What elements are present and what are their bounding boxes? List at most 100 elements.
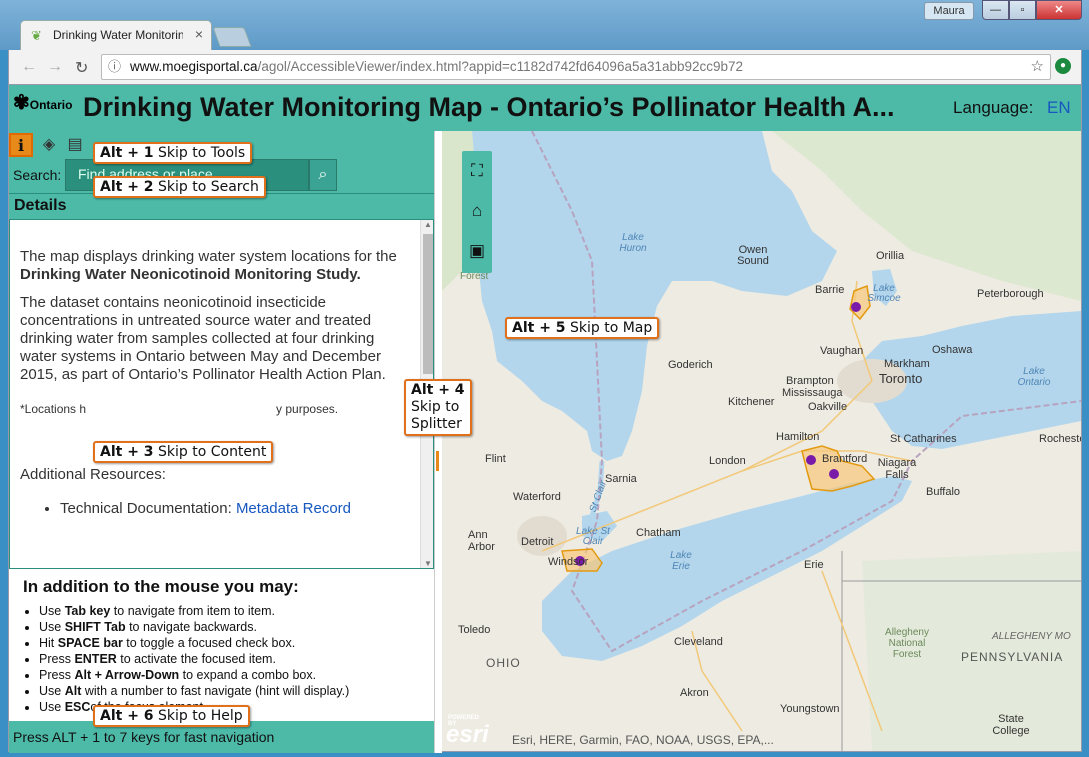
water-label-lake-st-clair: Lake St Clair <box>576 526 610 547</box>
extent-icon[interactable]: ▣ <box>462 231 492 271</box>
details-content[interactable]: The map displays drinking water system l… <box>9 219 434 569</box>
profile-badge[interactable]: Maura <box>924 2 974 20</box>
help-item: Hit SPACE bar to toggle a focused check … <box>39 635 434 651</box>
map-label-markham: Markham <box>884 358 930 370</box>
map-label-mississauga: Mississauga <box>782 387 843 399</box>
details-note: *Locations hy purposes. <box>20 402 339 416</box>
map-label-ohio: OHIO <box>486 656 521 670</box>
tab-title: Drinking Water Monitorin <box>53 28 183 42</box>
map-label-allegheny-mountains: ALLEGHENY MO <box>992 631 1071 642</box>
help-panel: In addition to the mouse you may: Use Ta… <box>9 569 434 721</box>
back-arrow-icon[interactable]: ← <box>21 58 37 76</box>
title-bar: ❦ Drinking Water Monitorin × Maura — ▫ ✕ <box>0 0 1089 50</box>
map-label-hamilton: Hamilton <box>776 431 820 443</box>
additional-resources: Additional Resources: Technical Document… <box>20 466 412 518</box>
help-item: Use Alt with a number to fast navigate (… <box>39 683 434 699</box>
map-label-vaughan: Vaughan <box>820 345 864 357</box>
help-item: Use Tab key to navigate from item to ite… <box>39 603 434 619</box>
details-heading: Details <box>14 197 67 214</box>
map-label-ann-arbor: Ann Arbor <box>468 529 495 553</box>
scroll-up-icon[interactable]: ▲ <box>424 220 432 229</box>
help-list: Use Tab key to navigate from item to ite… <box>23 603 434 715</box>
splitter-grip[interactable] <box>436 451 439 471</box>
map-label-london: London <box>709 455 746 467</box>
water-label-lake-ontario: Lake Ontario <box>1017 366 1051 388</box>
search-label: Search: <box>13 167 62 183</box>
map-label-state-college: State College <box>992 713 1030 737</box>
details-icon[interactable]: ℹ <box>9 133 33 157</box>
panel-splitter[interactable] <box>434 131 442 753</box>
hint-skip-to-map: Alt + 5 Skip to Map <box>505 317 660 339</box>
status-text: Press ALT + 1 to 7 keys for fast navigat… <box>13 729 275 745</box>
maximize-button[interactable]: ▫ <box>1009 0 1036 20</box>
bookmark-star-icon[interactable]: ☆ <box>1031 55 1044 79</box>
page-title: Drinking Water Monitoring Map - Ontario’… <box>83 92 895 122</box>
map-label-brantford: Brantford <box>822 453 868 465</box>
details-paragraph-2: The dataset contains neonicotinoid insec… <box>20 294 386 383</box>
minimize-button[interactable]: — <box>982 0 1009 20</box>
map-label-youngstown: Youngstown <box>780 703 840 715</box>
language-label: Language: <box>953 98 1034 117</box>
map-label-rochester: Rochester <box>1039 433 1081 445</box>
map-attribution: Esri, HERE, Garmin, FAO, NOAA, USGS, EPA… <box>512 733 774 747</box>
fullscreen-icon[interactable]: ⛶ <box>462 151 492 191</box>
trillium-icon: ✾ <box>13 92 30 114</box>
forward-arrow-icon[interactable]: → <box>47 58 63 76</box>
site-favicon-icon: ❦ <box>31 28 42 43</box>
help-item: Press ENTER to activate the focused item… <box>39 651 434 667</box>
scroll-down-icon[interactable]: ▼ <box>424 559 432 568</box>
map-label-barrie: Barrie <box>815 284 845 296</box>
address-bar[interactable]: ⓘ www.moegisportal.ca/agol/AccessibleVie… <box>101 54 1051 80</box>
map-label-windsor: Windsor <box>548 556 589 568</box>
new-tab-button[interactable] <box>212 27 252 47</box>
legend-icon[interactable]: ▤ <box>63 133 87 157</box>
url-path: /agol/AccessibleViewer/index.html?appid=… <box>257 59 744 74</box>
hint-skip-to-help: Alt + 6 Skip to Help <box>93 705 250 727</box>
details-text: The map displays drinking water system l… <box>20 248 412 518</box>
reload-icon[interactable]: ↻ <box>75 58 88 78</box>
language-toggle[interactable]: EN <box>1047 98 1071 118</box>
metadata-link[interactable]: Metadata Record <box>236 500 351 517</box>
map-label-cleveland: Cleveland <box>674 636 723 648</box>
map-view[interactable]: Owen Sound Orillia Barrie Peterborough O… <box>442 131 1081 751</box>
close-window-button[interactable]: ✕ <box>1036 0 1082 20</box>
map-label-pennsylvania: PENNSYLVANIA <box>961 650 1064 664</box>
map-label-kitchener: Kitchener <box>728 396 775 408</box>
home-icon[interactable]: ⌂ <box>462 191 492 231</box>
water-label-lake-simcoe: Lake Simcoe <box>867 283 901 304</box>
help-item: Press Alt + Arrow-Down to expand a combo… <box>39 667 434 683</box>
water-label-lake-erie: Lake Erie <box>670 550 692 572</box>
map-label-detroit: Detroit <box>521 536 554 548</box>
map-label-toledo: Toledo <box>458 624 491 636</box>
map-label-owen-sound: Owen Sound <box>737 244 769 267</box>
map-label-chatham: Chatham <box>636 527 681 539</box>
resource-item: Technical Documentation: Metadata Record <box>60 500 412 518</box>
browser-window: ❦ Drinking Water Monitorin × Maura — ▫ ✕… <box>0 0 1089 757</box>
details-paragraph-1: The map displays drinking water system l… <box>20 248 397 283</box>
map-label-oakville: Oakville <box>808 401 848 413</box>
resources-heading: Additional Resources: <box>20 466 166 483</box>
map-label-oshawa: Oshawa <box>932 344 973 356</box>
app-header: ✾Ontario Drinking Water Monitoring Map -… <box>9 85 1081 131</box>
map-label-buffalo: Buffalo <box>926 486 961 498</box>
map-label-toronto: Toronto <box>879 371 923 386</box>
scroll-thumb[interactable] <box>423 234 433 374</box>
map-label-peterborough: Peterborough <box>977 288 1044 300</box>
map-label-erie: Erie <box>804 559 824 571</box>
search-icon[interactable]: ⌕ <box>309 159 337 191</box>
url-host: www.moegisportal.ca <box>130 59 258 74</box>
map-label-sarnia: Sarnia <box>605 473 637 485</box>
hint-skip-to-tools: Alt + 1 Skip to Tools <box>93 142 253 164</box>
browser-toolbar: ← → ↻ ⓘ www.moegisportal.ca/agol/Accessi… <box>8 50 1082 84</box>
map-label-flint: Flint <box>485 453 506 465</box>
browser-tab[interactable]: ❦ Drinking Water Monitorin × <box>20 20 212 50</box>
tab-close-icon[interactable]: × <box>195 26 203 42</box>
info-icon[interactable]: ⓘ <box>108 55 121 79</box>
layers-icon[interactable]: ◈ <box>37 133 61 157</box>
hint-skip-to-search: Alt + 2 Skip to Search <box>93 176 266 198</box>
map-label-st-catharines: St Catharines <box>890 433 957 445</box>
map-label-akron: Akron <box>680 687 709 699</box>
extension-icon[interactable]: ● <box>1055 58 1071 74</box>
map-label-waterford: Waterford <box>513 491 561 503</box>
hint-skip-to-splitter: Alt + 4 Skip to Splitter <box>404 379 472 436</box>
